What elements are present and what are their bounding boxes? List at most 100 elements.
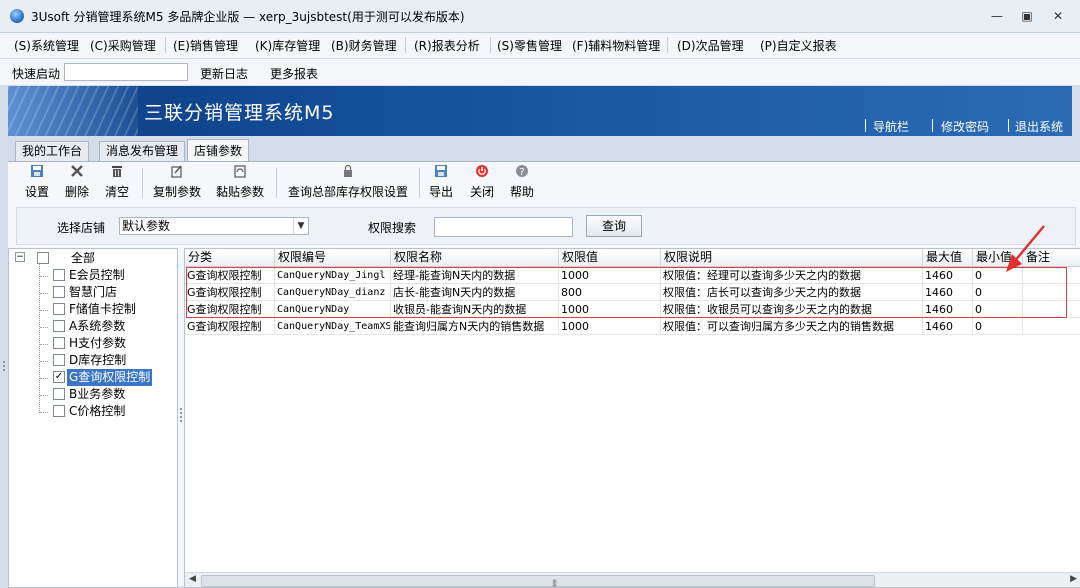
menu-finance[interactable]: (B)财务管理 [331,37,397,54]
tab-workbench[interactable]: 我的工作台 [15,141,90,161]
column-header-code[interactable]: 权限编号 [275,249,391,266]
table-row[interactable]: G查询权限控制 CanQueryNDay_Jingl 经理-能查询N天内的数据 … [185,267,1080,284]
menu-separator [667,37,668,53]
menu-custom-reports[interactable]: (P)自定义报表 [760,37,837,54]
column-header-min[interactable]: 最小值 [973,249,1023,266]
help-button[interactable]: ? 帮助 [509,164,535,202]
menu-purchase[interactable]: (C)采购管理 [90,37,156,54]
close-label: 关闭 [469,185,494,199]
menu-inventory[interactable]: (K)库存管理 [255,37,320,54]
navigation-bar-link[interactable]: 导航栏 [873,118,909,135]
minimize-icon[interactable]: — [987,8,1007,24]
quick-start-input[interactable] [64,63,188,81]
menu-materials[interactable]: (F)辅料物料管理 [572,37,660,54]
column-header-max[interactable]: 最大值 [923,249,973,266]
cell-code: CanQueryNDay_Jingl [275,267,391,284]
cell-value[interactable]: 1000 [559,318,661,335]
cell-value[interactable]: 1000 [559,267,661,284]
column-header-name[interactable]: 权限名称 [391,249,559,266]
left-splitter[interactable] [0,161,8,585]
checkbox-icon[interactable] [53,269,65,281]
column-header-value[interactable]: 权限值 [559,249,661,266]
banner-separator [865,119,866,132]
table-row[interactable]: G查询权限控制 CanQueryNDay_TeamXS 能查询归属方N天内的销售… [185,318,1080,335]
menu-system[interactable]: (S)系统管理 [14,37,79,54]
more-reports-link[interactable]: 更多报表 [270,65,318,82]
cell-value[interactable]: 1000 [559,301,661,318]
cell-remark[interactable] [1023,284,1080,301]
toolbar-separator [276,168,277,198]
permission-grid: 分类 权限编号 权限名称 权限值 权限说明 最大值 最小值 备注 G查询权限控制… [184,248,1080,588]
cell-category: G查询权限控制 [185,301,275,318]
store-select[interactable]: 默认参数 ▼ [119,217,309,235]
table-row[interactable]: G查询权限控制 CanQueryNDay 收银员-能查询N天内的数据 1000 … [185,301,1080,318]
checkbox-checked-icon[interactable]: ✓ [53,371,65,383]
tree-guide-line [40,293,48,294]
save-icon [29,164,45,180]
scroll-left-icon[interactable]: ◀ [189,574,196,584]
changelog-link[interactable]: 更新日志 [200,65,248,82]
column-header-category[interactable]: 分类 [185,249,275,266]
tree-guide-line [40,327,48,328]
tab-message-publish[interactable]: 消息发布管理 [99,141,186,161]
cell-remark[interactable] [1023,318,1080,335]
cell-value[interactable]: 800 [559,284,661,301]
lock-icon [340,164,356,180]
help-icon: ? [514,164,530,180]
checkbox-icon[interactable] [53,286,65,298]
quick-start-label: 快速启动 [12,67,61,81]
menu-separator [490,37,491,53]
menu-sales[interactable]: (E)销售管理 [173,37,238,54]
checkbox-icon[interactable] [53,337,65,349]
collapse-icon[interactable]: − [15,252,25,262]
export-icon [433,164,449,180]
menu-retail[interactable]: (S)零售管理 [497,37,562,54]
query-button[interactable]: 查询 [586,215,642,237]
cell-remark[interactable] [1023,267,1080,284]
hq-stock-permission-button[interactable]: 查询总部库存权限设置 [286,164,410,202]
cell-max: 1460 [923,318,973,335]
checkbox-icon[interactable] [53,388,65,400]
scroll-right-icon[interactable]: ▶ [1070,574,1077,584]
tab-store-params[interactable]: 店铺参数 [187,139,250,162]
logout-link[interactable]: 退出系统 [1015,118,1063,135]
delete-label: 删除 [64,185,89,199]
menu-defects[interactable]: (D)次品管理 [677,37,744,54]
tree-item-label: F储值卡控制 [69,302,136,316]
table-row[interactable]: G查询权限控制 CanQueryNDay_dianz 店长-能查询N天内的数据 … [185,284,1080,301]
permission-search-input[interactable] [434,217,573,237]
menu-reports[interactable]: (R)报表分析 [414,37,480,54]
restore-icon[interactable]: ▣ [1017,8,1037,24]
delete-button[interactable]: 删除 [64,164,90,202]
clear-button[interactable]: 清空 [104,164,130,202]
tree-guide-line [40,361,48,362]
change-password-link[interactable]: 修改密码 [941,118,989,135]
column-header-remark[interactable]: 备注 [1023,249,1080,266]
tree-item-label: C价格控制 [69,404,126,418]
tree-guide-line [39,263,40,413]
checkbox-icon[interactable] [37,252,49,264]
checkbox-icon[interactable] [53,320,65,332]
close-window-icon[interactable]: ✕ [1048,8,1068,24]
checkbox-icon[interactable] [53,405,65,417]
settings-button[interactable]: 设置 [24,164,50,202]
chevron-down-icon[interactable]: ▼ [293,218,308,234]
paste-params-button[interactable]: 黏贴参数 [214,164,266,202]
paste-icon [232,164,248,180]
help-label: 帮助 [509,185,534,199]
checkbox-icon[interactable] [53,303,65,315]
close-button[interactable]: 关闭 [469,164,495,202]
checkbox-icon[interactable] [53,354,65,366]
cell-code: CanQueryNDay_TeamXS [275,318,391,335]
copy-params-button[interactable]: 复制参数 [151,164,203,202]
cell-remark[interactable] [1023,301,1080,318]
title-bar: 3Usoft 分销管理系统M5 多品牌企业版 — xerp_3ujsbtest(… [0,0,1080,33]
category-tree: − 全部 E会员控制 智慧门店 F储值卡控制 A系统参数 H支付参数 D库存控制… [8,248,178,588]
scroll-thumb[interactable]: ||| [201,575,875,587]
export-button[interactable]: 导出 [428,164,454,202]
hq-stock-permission-label: 查询总部库存权限设置 [287,185,408,199]
toolbar: 设置 删除 清空 复制参数 黏贴参数 查询总部库存权限设置 导出 关闭 ? 帮助 [8,162,1080,204]
cell-code: CanQueryNDay_dianz [275,284,391,301]
cell-category: G查询权限控制 [185,284,275,301]
column-header-description[interactable]: 权限说明 [661,249,923,266]
